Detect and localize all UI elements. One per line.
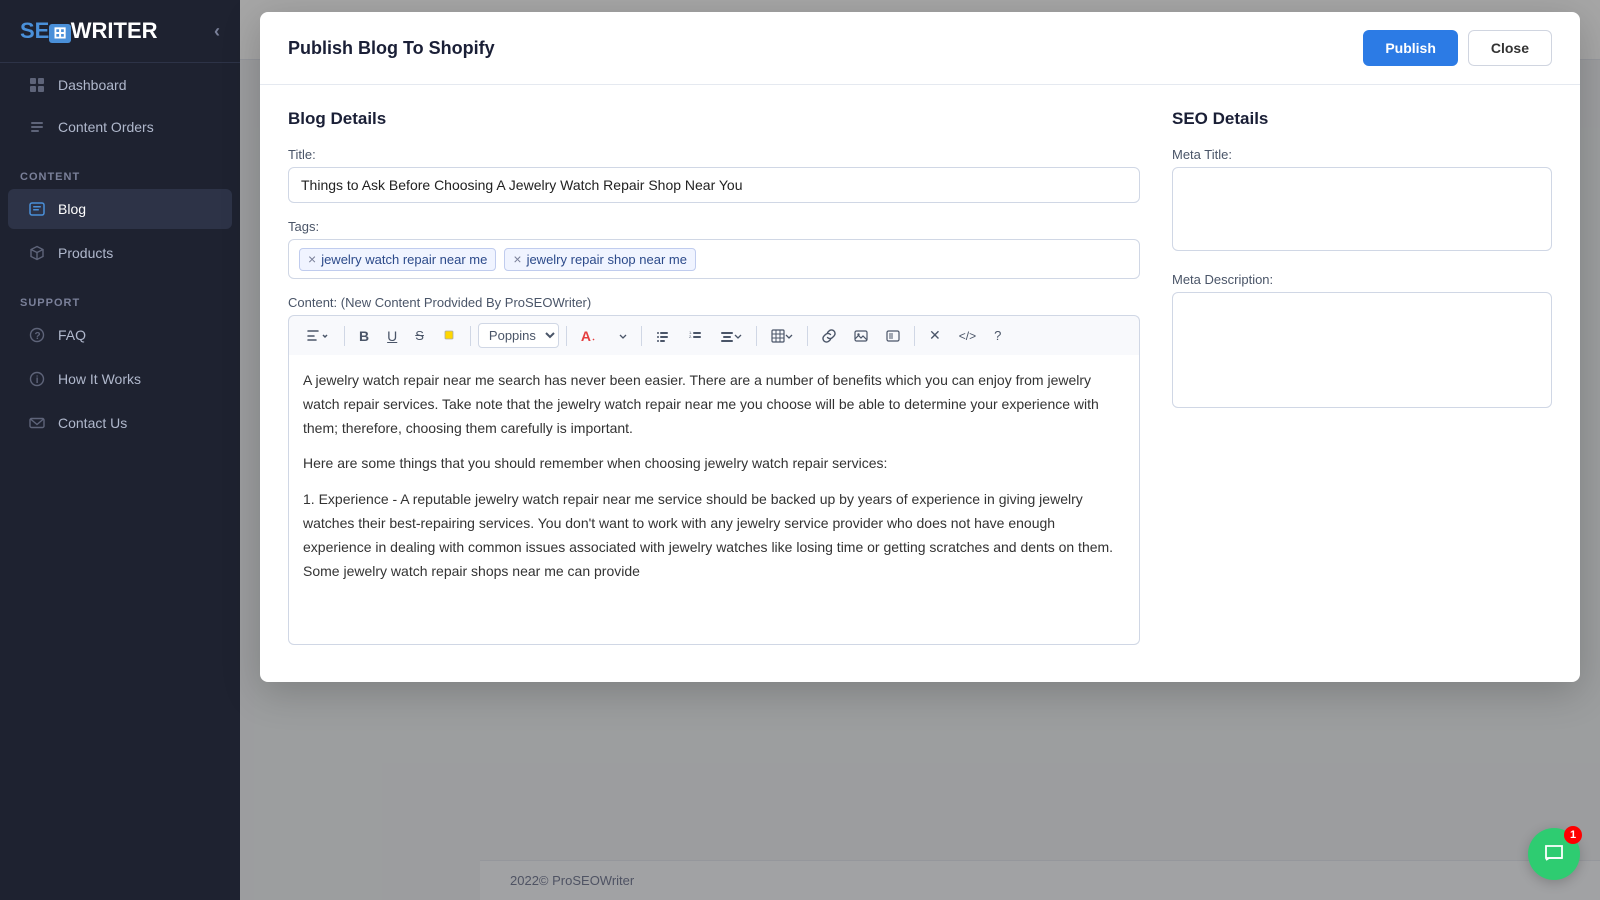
logo-bracket: ⊞ bbox=[49, 24, 70, 43]
underline-button[interactable]: U bbox=[380, 324, 404, 348]
help-button[interactable]: ? bbox=[987, 324, 1008, 347]
meta-title-input[interactable] bbox=[1172, 167, 1552, 251]
sidebar-item-products[interactable]: Products bbox=[8, 233, 232, 273]
blog-icon bbox=[28, 200, 46, 218]
content-field-group: Content: (New Content Prodvided By ProSE… bbox=[288, 295, 1140, 658]
toolbar-divider bbox=[914, 326, 915, 346]
chat-icon bbox=[1542, 842, 1566, 866]
seo-details-panel: SEO Details Meta Title: Meta Description… bbox=[1172, 109, 1552, 658]
svg-text:2.: 2. bbox=[689, 334, 692, 339]
support-section-label: SUPPORT bbox=[0, 283, 240, 313]
sidebar-nav-main: Dashboard Content Orders bbox=[0, 63, 240, 149]
sidebar-item-contact-us[interactable]: Contact Us bbox=[8, 403, 232, 443]
meta-description-input[interactable] bbox=[1172, 292, 1552, 408]
info-icon: i bbox=[28, 370, 46, 388]
meta-desc-group: Meta Description: bbox=[1172, 272, 1552, 413]
link-button[interactable] bbox=[815, 325, 843, 347]
modal-header: Publish Blog To Shopify Publish Close bbox=[260, 12, 1580, 85]
toolbar-divider bbox=[641, 326, 642, 346]
seo-details-title: SEO Details bbox=[1172, 109, 1552, 129]
editor-content[interactable]: A jewelry watch repair near me search ha… bbox=[288, 355, 1140, 645]
bold-button[interactable]: B bbox=[352, 324, 376, 348]
meta-title-group: Meta Title: bbox=[1172, 147, 1552, 256]
meta-description-label: Meta Description: bbox=[1172, 272, 1552, 287]
content-section-label: CONTENT bbox=[0, 157, 240, 187]
title-label: Title: bbox=[288, 147, 1140, 162]
blog-details-panel: Blog Details Title: Tags: × jewelry watc… bbox=[288, 109, 1140, 658]
main-content: + Request Content Publish Blog To Shopif… bbox=[240, 0, 1600, 900]
sidebar-item-label: Contact Us bbox=[58, 415, 127, 431]
sidebar-item-label: Products bbox=[58, 245, 113, 261]
sidebar-item-label: How It Works bbox=[58, 371, 141, 387]
content-paragraph-2: Here are some things that you should rem… bbox=[303, 452, 1125, 476]
logo-text: SE⊞WRITER bbox=[20, 18, 158, 44]
highlight-button[interactable] bbox=[435, 325, 463, 347]
sidebar-item-content-orders[interactable]: Content Orders bbox=[8, 107, 232, 147]
blog-details-title: Blog Details bbox=[288, 109, 1140, 129]
help-icon: ? bbox=[28, 326, 46, 344]
sidebar-item-label: FAQ bbox=[58, 327, 86, 343]
grid-icon bbox=[28, 76, 46, 94]
close-button[interactable]: Close bbox=[1468, 30, 1552, 66]
sidebar-item-label: Dashboard bbox=[58, 77, 127, 93]
svg-text:i: i bbox=[36, 375, 39, 386]
publish-button[interactable]: Publish bbox=[1363, 30, 1458, 66]
content-label: Content: (New Content Prodvided By ProSE… bbox=[288, 295, 1140, 310]
tag-text: jewelry watch repair near me bbox=[321, 252, 487, 267]
code-button[interactable]: </> bbox=[952, 325, 983, 347]
list-icon bbox=[28, 118, 46, 136]
sidebar-item-label: Blog bbox=[58, 201, 86, 217]
tags-label: Tags: bbox=[288, 219, 1140, 234]
toolbar-style-btn[interactable] bbox=[299, 325, 337, 347]
sidebar-item-how-it-works[interactable]: i How It Works bbox=[8, 359, 232, 399]
table-button[interactable] bbox=[764, 325, 800, 347]
strikethrough-button[interactable]: S bbox=[408, 324, 431, 347]
ordered-list-button[interactable]: 1.2. bbox=[681, 325, 709, 347]
title-field-group: Title: bbox=[288, 147, 1140, 203]
sidebar-item-dashboard[interactable]: Dashboard bbox=[8, 65, 232, 105]
box-icon bbox=[28, 244, 46, 262]
delete-button[interactable]: ✕ bbox=[922, 323, 948, 348]
toolbar-divider bbox=[807, 326, 808, 346]
content-paragraph-1: A jewelry watch repair near me search ha… bbox=[303, 369, 1125, 440]
logo-se: SE bbox=[20, 18, 49, 43]
sidebar-logo: SE⊞WRITER ‹ bbox=[0, 0, 240, 63]
tag-item: × jewelry repair shop near me bbox=[504, 248, 696, 271]
modal-body: Blog Details Title: Tags: × jewelry watc… bbox=[260, 85, 1580, 682]
font-select[interactable]: Poppins bbox=[478, 323, 559, 348]
sidebar-item-faq[interactable]: ? FAQ bbox=[8, 315, 232, 355]
tags-field-group: Tags: × jewelry watch repair near me × j… bbox=[288, 219, 1140, 279]
align-button[interactable] bbox=[713, 325, 749, 347]
toolbar-divider bbox=[756, 326, 757, 346]
tag-remove-1[interactable]: × bbox=[308, 252, 316, 266]
svg-text:?: ? bbox=[35, 331, 41, 342]
mail-icon bbox=[28, 414, 46, 432]
font-color-dropdown[interactable] bbox=[612, 328, 634, 344]
content-paragraph-3: 1. Experience - A reputable jewelry watc… bbox=[303, 488, 1125, 583]
tag-item: × jewelry watch repair near me bbox=[299, 248, 496, 271]
modal-header-buttons: Publish Close bbox=[1363, 30, 1552, 66]
image-button[interactable] bbox=[847, 325, 875, 347]
meta-title-label: Meta Title: bbox=[1172, 147, 1552, 162]
toolbar-divider bbox=[566, 326, 567, 346]
sidebar-collapse-icon[interactable]: ‹ bbox=[214, 21, 220, 42]
font-color-button[interactable]: A bbox=[574, 324, 608, 348]
sidebar-item-label: Content Orders bbox=[58, 119, 154, 135]
sidebar-item-blog[interactable]: Blog bbox=[8, 189, 232, 229]
title-input[interactable] bbox=[288, 167, 1140, 203]
modal-title: Publish Blog To Shopify bbox=[288, 38, 495, 59]
editor-toolbar: B U S Poppins A bbox=[288, 315, 1140, 355]
publish-modal: Publish Blog To Shopify Publish Close Bl… bbox=[260, 12, 1580, 682]
tags-container: × jewelry watch repair near me × jewelry… bbox=[288, 239, 1140, 279]
chat-badge: 1 bbox=[1564, 826, 1582, 844]
toolbar-divider bbox=[470, 326, 471, 346]
toolbar-divider bbox=[344, 326, 345, 346]
logo-writer: WRITER bbox=[71, 18, 158, 43]
tag-remove-2[interactable]: × bbox=[513, 252, 521, 266]
unordered-list-button[interactable] bbox=[649, 325, 677, 347]
embed-button[interactable] bbox=[879, 325, 907, 347]
tag-text: jewelry repair shop near me bbox=[527, 252, 687, 267]
sidebar: SE⊞WRITER ‹ Dashboard Content Orders CON… bbox=[0, 0, 240, 900]
chat-bubble[interactable]: 1 bbox=[1528, 828, 1580, 880]
